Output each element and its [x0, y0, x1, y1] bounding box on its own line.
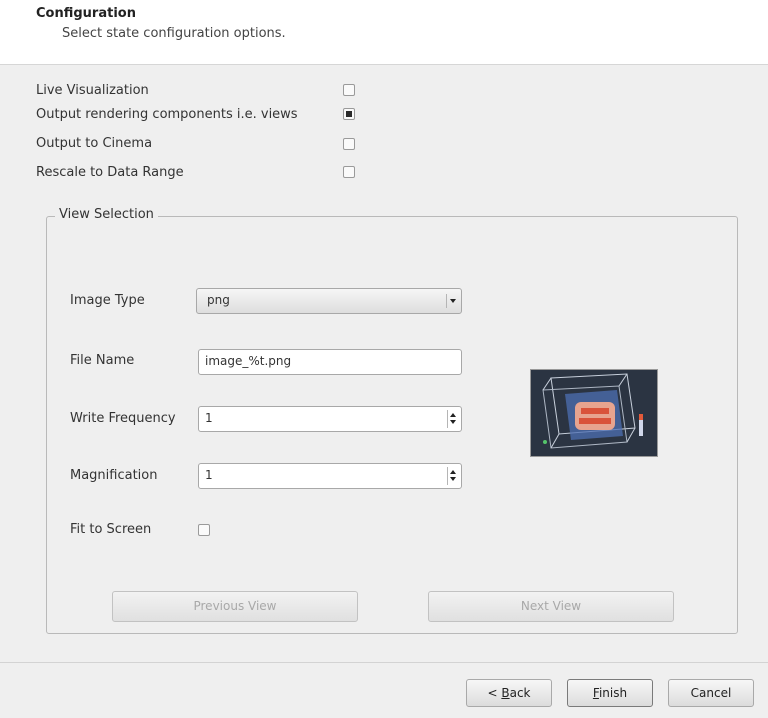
fit-to-screen-label: Fit to Screen	[70, 522, 152, 537]
view-selection-title: View Selection	[55, 207, 158, 222]
previous-view-button[interactable]: Previous View	[112, 591, 358, 622]
write-frequency-label: Write Frequency	[70, 411, 176, 426]
magnification-label: Magnification	[70, 468, 158, 483]
rescale-to-data-range-label: Rescale to Data Range	[36, 165, 184, 180]
render-preview-image	[531, 370, 657, 456]
finish-button[interactable]: Finish	[567, 679, 653, 707]
spin-arrows-icon[interactable]	[447, 467, 459, 485]
back-mnemonic: B	[501, 686, 510, 700]
magnification-value: 1	[205, 468, 213, 482]
back-rest: ack	[509, 686, 531, 700]
output-to-cinema-checkbox[interactable]	[343, 138, 355, 150]
file-name-value: image_%t.png	[205, 354, 292, 368]
output-rendering-label: Output rendering components i.e. views	[36, 107, 298, 122]
output-to-cinema-label: Output to Cinema	[36, 136, 153, 151]
page-subtitle: Select state configuration options.	[62, 26, 286, 41]
spin-arrows-icon[interactable]	[447, 410, 459, 428]
write-frequency-value: 1	[205, 411, 213, 425]
file-name-label: File Name	[70, 353, 135, 368]
back-prefix: <	[487, 686, 502, 700]
write-frequency-spinbox[interactable]: 1	[198, 406, 462, 432]
chevron-down-icon	[446, 294, 458, 308]
rescale-to-data-range-checkbox[interactable]	[343, 166, 355, 178]
image-type-value: png	[207, 293, 230, 307]
magnification-spinbox[interactable]: 1	[198, 463, 462, 489]
fit-to-screen-checkbox[interactable]	[198, 524, 210, 536]
file-name-input[interactable]: image_%t.png	[198, 349, 462, 375]
live-visualization-label: Live Visualization	[36, 83, 149, 98]
image-type-select[interactable]: png	[196, 288, 462, 314]
wizard-header: Configuration Select state configuration…	[0, 0, 768, 65]
live-visualization-checkbox[interactable]	[343, 84, 355, 96]
finish-rest: inish	[598, 686, 628, 700]
image-type-label: Image Type	[70, 293, 145, 308]
view-preview-thumbnail	[530, 369, 658, 457]
footer-divider	[0, 662, 768, 663]
next-view-button[interactable]: Next View	[428, 591, 674, 622]
page-title: Configuration	[36, 6, 136, 21]
back-button[interactable]: < Back	[466, 679, 552, 707]
cancel-button[interactable]: Cancel	[668, 679, 754, 707]
output-rendering-checkbox[interactable]	[343, 108, 355, 120]
